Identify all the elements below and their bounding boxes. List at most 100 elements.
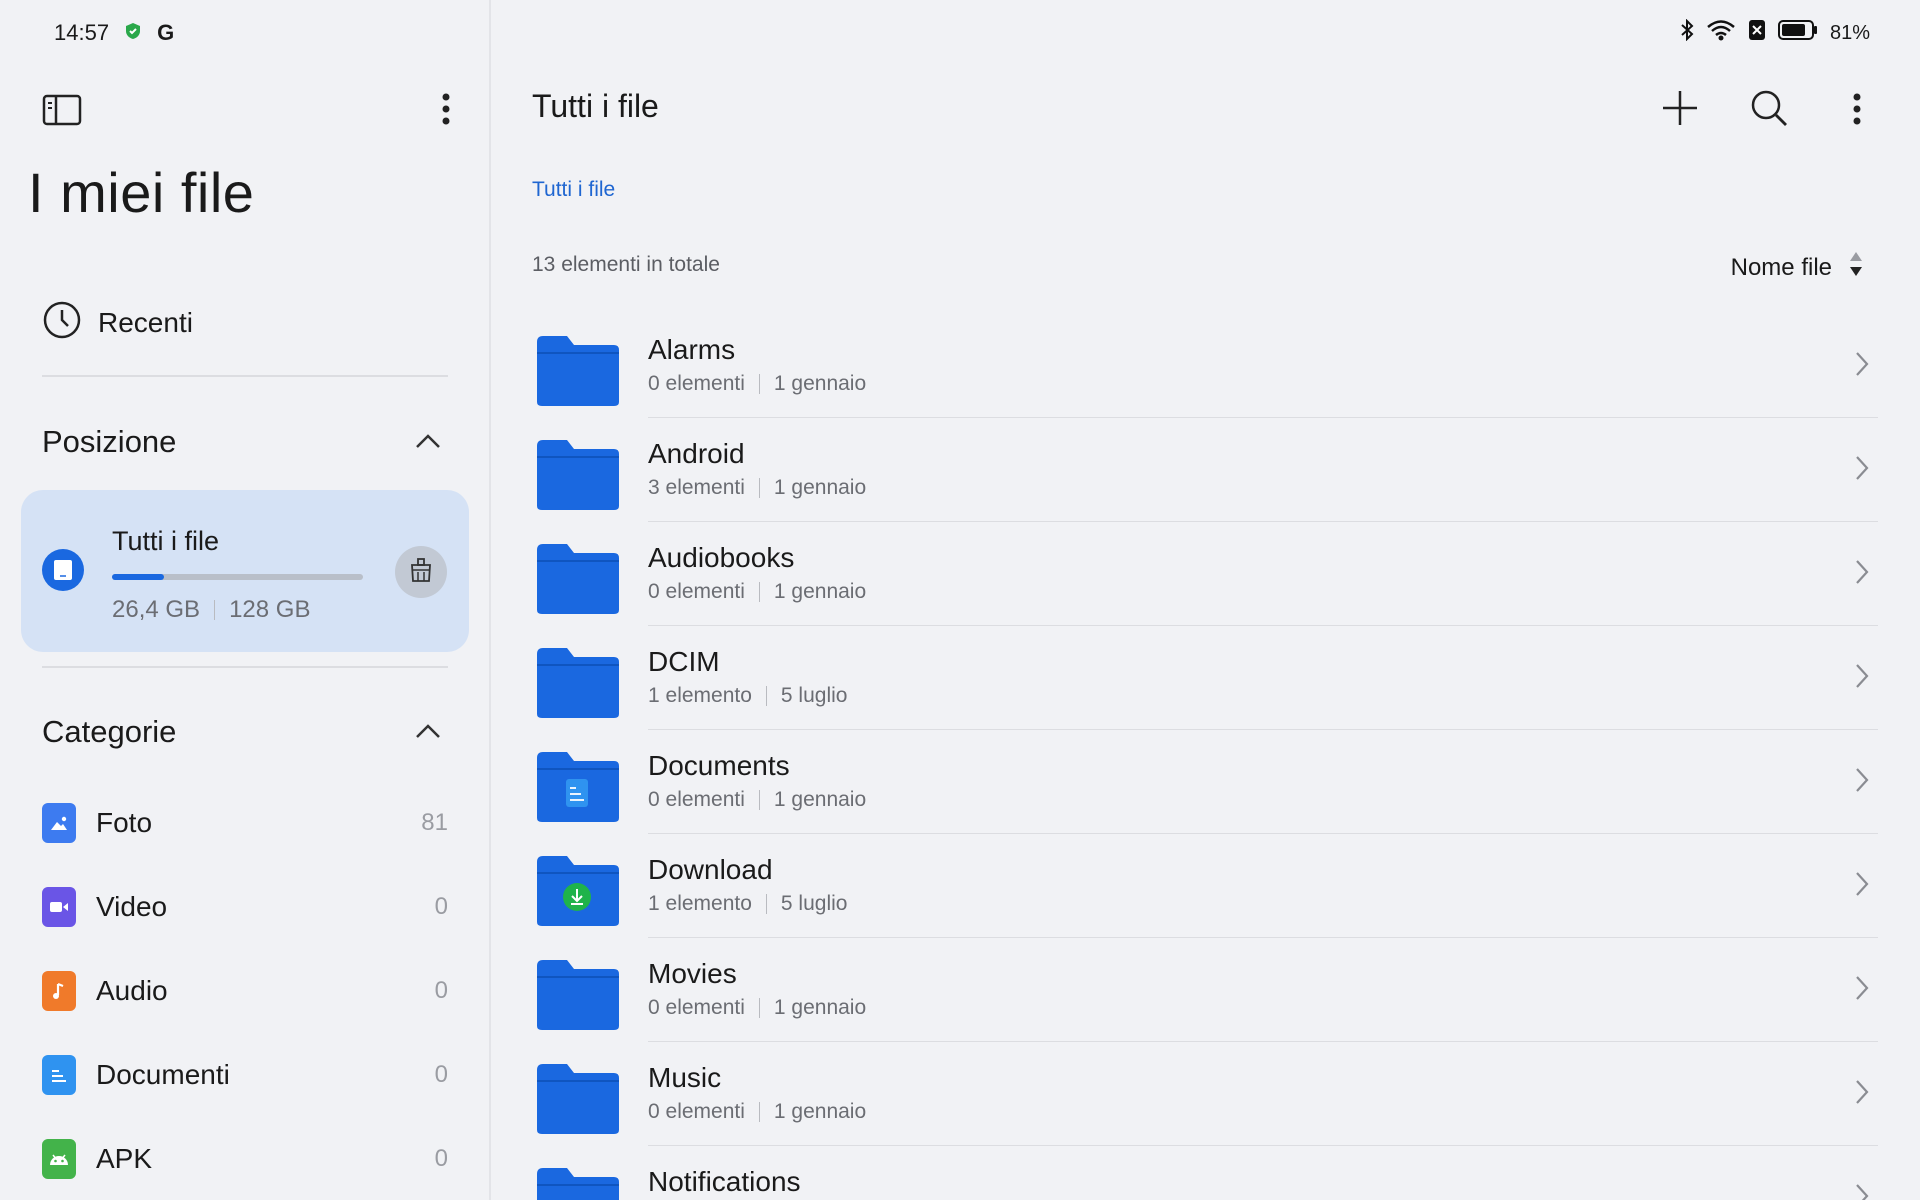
file-meta: 1 elemento 5 luglio: [648, 892, 847, 916]
category-label: Audio: [96, 975, 168, 1006]
file-meta: 1 elemento 5 luglio: [648, 684, 847, 708]
storage-used: 26,4 GB: [112, 596, 201, 623]
file-items: 1 elemento: [648, 892, 752, 915]
file-name: Documents: [648, 750, 790, 781]
category-label: APK: [96, 1143, 153, 1174]
folder-icon: [534, 1164, 620, 1200]
photo-icon: [42, 803, 76, 843]
category-audio[interactable]: Audio 0: [42, 968, 448, 1014]
video-icon: [42, 887, 76, 927]
folder-icon: [534, 644, 620, 725]
file-items: 0 elementi: [648, 372, 745, 395]
category-count: 0: [434, 977, 448, 1004]
file-items: 0 elementi: [648, 580, 745, 603]
collapse-categories-icon[interactable]: [414, 722, 442, 745]
storage-card-all-files[interactable]: Tutti i file 26,4 GB 128 GB: [21, 490, 469, 652]
file-name: Movies: [648, 958, 737, 989]
category-count: 0: [434, 1061, 448, 1088]
file-meta: 0 elementi 1 gennaio: [648, 788, 866, 812]
chevron-right-icon: [1854, 454, 1870, 487]
category-count: 0: [434, 1145, 448, 1172]
item-count: 13 elementi in totale: [532, 253, 720, 276]
bluetooth-icon: [1680, 18, 1694, 47]
file-name: Notifications: [648, 1166, 801, 1197]
chevron-right-icon: [1854, 1078, 1870, 1111]
chevron-right-icon: [1854, 662, 1870, 695]
category-photos[interactable]: Foto 81: [42, 800, 448, 846]
file-date: 5 luglio: [780, 684, 848, 707]
toggle-sidebar-icon[interactable]: [42, 94, 82, 131]
breadcrumb[interactable]: Tutti i file: [532, 178, 615, 202]
file-date: 1 gennaio: [773, 580, 867, 603]
file-meta: 0 elementi 1 gennaio: [648, 580, 866, 604]
file-row-music[interactable]: Music 0 elementi 1 gennaio: [532, 1042, 1878, 1146]
chevron-right-icon: [1854, 350, 1870, 383]
file-date: 1 gennaio: [773, 788, 867, 811]
file-row-audiobooks[interactable]: Audiobooks 0 elementi 1 gennaio: [532, 522, 1878, 626]
category-label: Documenti: [96, 1059, 230, 1090]
sort-button[interactable]: Nome file: [1731, 250, 1864, 285]
separator: [758, 790, 760, 810]
storage-progress: [112, 574, 363, 580]
folder-icon: [534, 332, 620, 413]
folder-icon: [534, 540, 620, 621]
file-name: Download: [648, 854, 773, 885]
file-name: Android: [648, 438, 745, 469]
add-icon[interactable]: [1660, 88, 1700, 133]
broom-icon: [408, 557, 434, 588]
sidebar: I miei file Recenti Posizione Tutti i fi…: [0, 0, 491, 1200]
storage-progress-fill: [112, 574, 164, 580]
category-apk[interactable]: APK 0: [42, 1136, 448, 1182]
document-icon: [42, 1055, 76, 1095]
documents-folder-icon: [534, 748, 620, 829]
file-row-movies[interactable]: Movies 0 elementi 1 gennaio: [532, 938, 1878, 1042]
storage-name: Tutti i file: [112, 526, 220, 556]
file-row-download[interactable]: Download 1 elemento 5 luglio: [532, 834, 1878, 938]
nav-recent[interactable]: Recenti: [42, 300, 193, 345]
file-date: 1 gennaio: [773, 372, 867, 395]
wifi-icon: [1706, 19, 1736, 47]
sort-label: Nome file: [1730, 253, 1832, 281]
separator: [214, 600, 216, 620]
separator: [758, 1102, 760, 1122]
collapse-position-icon[interactable]: [414, 432, 442, 455]
file-row-android[interactable]: Android 3 elementi 1 gennaio: [532, 418, 1878, 522]
separator: [765, 686, 767, 706]
chevron-right-icon: [1854, 766, 1870, 799]
clean-button[interactable]: [395, 546, 447, 598]
search-icon[interactable]: [1749, 88, 1789, 133]
category-documents[interactable]: Documenti 0: [42, 1052, 448, 1098]
file-items: 3 elementi: [648, 476, 745, 499]
separator: [758, 998, 760, 1018]
file-items: 0 elementi: [648, 1100, 745, 1123]
separator: [758, 582, 760, 602]
sidebar-more-icon[interactable]: [440, 92, 452, 131]
battery-percent: 81%: [1829, 21, 1870, 44]
file-date: 5 luglio: [780, 892, 848, 915]
download-folder-icon: [534, 852, 620, 933]
file-meta: 3 elementi 1 gennaio: [648, 476, 866, 500]
file-date: 1 gennaio: [773, 996, 867, 1019]
category-video[interactable]: Video 0: [42, 884, 448, 930]
file-items: 0 elementi: [648, 996, 745, 1019]
file-name: Alarms: [648, 334, 736, 365]
category-count: 81: [421, 809, 448, 836]
file-meta: 0 elementi 1 gennaio: [648, 1100, 866, 1124]
chevron-right-icon: [1854, 974, 1870, 1007]
folder-icon: [534, 436, 620, 517]
more-options-icon[interactable]: [1851, 92, 1863, 131]
music-note-icon: [42, 971, 76, 1011]
folder-icon: [534, 1060, 620, 1141]
file-row-documents[interactable]: Documents 0 elementi 1 gennaio: [532, 730, 1878, 834]
file-date: 1 gennaio: [773, 476, 867, 499]
file-row-notifications[interactable]: Notifications: [532, 1146, 1878, 1200]
sort-order-icon: [1848, 250, 1864, 285]
status-bar-right: 81%: [1680, 18, 1870, 48]
file-row-alarms[interactable]: Alarms 0 elementi 1 gennaio: [532, 314, 1878, 418]
file-row-dcim[interactable]: DCIM 1 elemento 5 luglio: [532, 626, 1878, 730]
categories-section-title: Categorie: [42, 714, 177, 749]
battery-icon: [1777, 19, 1818, 47]
folder-icon: [534, 956, 620, 1037]
category-count: 0: [434, 893, 448, 920]
nav-recent-label: Recenti: [98, 306, 193, 338]
